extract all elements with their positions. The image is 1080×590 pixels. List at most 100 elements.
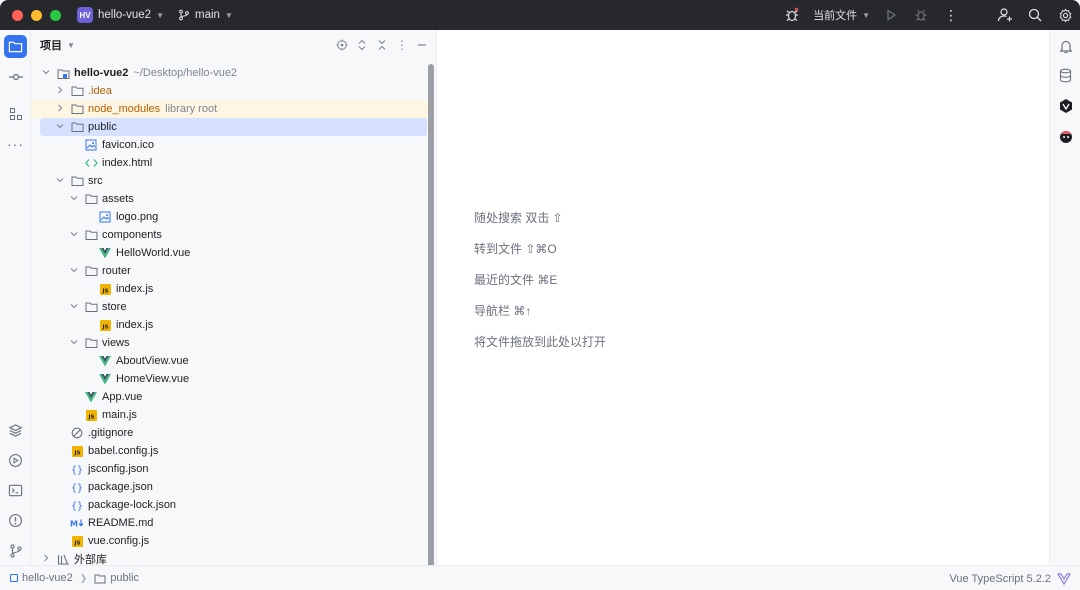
terminal-icon[interactable] [4,479,27,502]
hint-navigation-bar: 导航栏 ⌘↑ [474,304,532,318]
project-icon[interactable] [4,35,27,58]
project-panel-title[interactable]: 项目 [40,37,62,53]
tree-item-label: HomeView.vue [116,373,190,385]
expand-all-icon[interactable] [354,37,370,53]
chevron-down-icon[interactable]: ▼ [67,41,75,50]
editor-area[interactable]: 随处搜索 双击 ⇧ 转到文件 ⇧⌘O 最近的文件 ⌘E 导航栏 ⌘↑ 将文件拖放… [437,30,1049,565]
chevron-right-icon[interactable] [54,86,66,96]
zoom-window-button[interactable] [50,9,61,21]
folder-icon [84,264,98,278]
notifications-icon[interactable] [1054,35,1077,58]
project-badge[interactable]: HV [77,7,93,23]
tree-file-row[interactable]: HelloWorld.vue [31,244,428,262]
svg-text:{}: {} [71,501,83,511]
tree-item-label: router [102,265,131,277]
layers-icon[interactable] [4,419,27,442]
tree-folder-row[interactable]: assets [31,190,428,208]
search-icon[interactable] [1020,0,1050,30]
tree-item-hint: ~/Desktop/hello-vue2 [133,67,238,79]
chevron-down-icon: ▼ [862,10,870,20]
tree-file-row[interactable]: {} package.json [31,478,428,496]
run-icon[interactable] [876,0,906,30]
tree-item-label: App.vue [102,391,143,403]
tree-file-row[interactable]: JS index.js [31,280,428,298]
plugin-icon[interactable] [1054,124,1077,147]
chevron-down-icon[interactable] [68,338,80,348]
minimize-window-button[interactable] [31,9,42,21]
breadcrumb-folder[interactable]: public [110,572,139,584]
tree-file-row[interactable]: AboutView.vue [31,352,428,370]
tree-file-row[interactable]: JS babel.config.js [31,442,428,460]
tree-scrollbar[interactable] [428,64,434,571]
chevron-down-icon[interactable] [54,122,66,132]
tree-item-label: index.js [116,283,154,295]
collapse-all-icon[interactable] [374,37,390,53]
structure-icon[interactable] [4,102,27,125]
tree-item-label: components [102,229,162,241]
branch-selector[interactable]: main ▼ [178,9,233,21]
tree-item-label: vue.config.js [88,535,150,547]
tree-folder-row[interactable]: public [40,118,427,136]
tree-file-row[interactable]: JS main.js [31,406,428,424]
chevron-down-icon[interactable] [68,230,80,240]
ai-assistant-icon[interactable] [1054,94,1077,117]
more-icon[interactable]: ··· [4,132,27,155]
tree-folder-row[interactable]: hello-vue2 ~/Desktop/hello-vue2 [31,64,428,82]
tree-file-row[interactable]: M README.md [31,514,428,532]
commit-icon[interactable] [4,65,27,88]
tree-folder-row[interactable]: src [31,172,428,190]
tree-file-row[interactable]: App.vue [31,388,428,406]
tree-item-label: assets [102,193,134,205]
tree-item-label: store [102,301,127,313]
tree-file-row[interactable]: index.html [31,154,428,172]
close-window-button[interactable] [12,9,23,21]
tree-file-row[interactable]: {} jsconfig.json [31,460,428,478]
chevron-right-icon[interactable] [40,554,52,564]
tree-folder-row[interactable]: .idea [31,82,428,100]
run-icon[interactable] [4,449,27,472]
vue-language-icon[interactable] [1057,572,1071,585]
tree-item-label: jsconfig.json [88,463,149,475]
tree-file-row[interactable]: JS index.js [31,316,428,334]
chevron-right-icon[interactable] [54,104,66,114]
debug-icon[interactable] [906,0,936,30]
chevron-down-icon[interactable] [54,176,66,186]
folder-icon [84,336,98,350]
tree-folder-row[interactable]: store [31,298,428,316]
js-file-icon: JS [70,534,84,548]
breadcrumb-project[interactable]: hello-vue2 [22,572,73,584]
tree-file-row[interactable]: JS vue.config.js [31,532,428,550]
hide-panel-icon[interactable] [414,37,430,53]
tree-folder-row[interactable]: views [31,334,428,352]
chevron-down-icon[interactable] [40,68,52,78]
debug-bug-icon[interactable] [777,0,807,30]
more-actions-icon[interactable]: ⋮ [936,0,966,30]
tree-folder-row[interactable]: components [31,226,428,244]
tree-folder-row[interactable]: router [31,262,428,280]
chevron-down-icon[interactable] [68,302,80,312]
tree-folder-row[interactable]: node_modules library root [31,100,431,118]
chevron-down-icon[interactable] [68,194,80,204]
status-bar: hello-vue2 ❯ public Vue TypeScript 5.2.2 [0,565,1080,590]
chevron-down-icon[interactable] [68,266,80,276]
git-icon[interactable] [4,539,27,562]
module-folder-icon [56,66,70,80]
tree-file-row[interactable]: logo.png [31,208,428,226]
locate-file-icon[interactable] [334,37,350,53]
tree-file-row[interactable]: HomeView.vue [31,370,428,388]
tree-file-row[interactable]: .gitignore [31,424,428,442]
project-selector[interactable]: hello-vue2 [98,9,151,21]
add-user-icon[interactable] [990,0,1020,30]
settings-gear-icon[interactable] [1050,0,1080,30]
vue-file-icon [98,246,112,260]
folder-icon [70,120,84,134]
tree-item-label: package.json [88,481,153,493]
language-service-label[interactable]: Vue TypeScript 5.2.2 [949,573,1051,585]
run-configuration-selector[interactable]: 当前文件 ▼ [813,7,870,23]
options-menu-icon[interactable]: ⋮ [394,37,410,53]
project-panel: 项目 ▼ ⋮ hello-vue2 ~/Desktop/hello-vue2 .id… [31,30,437,571]
problems-icon[interactable] [4,509,27,532]
tree-file-row[interactable]: favicon.ico [31,136,428,154]
database-icon[interactable] [1054,64,1077,87]
tree-file-row[interactable]: {} package-lock.json [31,496,428,514]
